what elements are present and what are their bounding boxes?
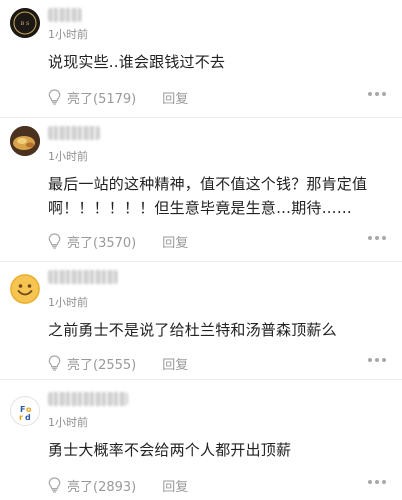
avatar[interactable] — [10, 274, 40, 304]
like-count-label: 亮了(5179) — [67, 91, 137, 107]
lightbulb-icon — [48, 233, 61, 249]
lightbulb-icon — [48, 355, 61, 371]
comment-time: 1小时前 — [48, 28, 88, 41]
comment-item: 1小时前 之前勇士不是说了给杜兰特和汤普森顶薪么 亮了(2555) 回复 — [0, 262, 402, 380]
reply-button[interactable]: 回复 — [162, 476, 188, 495]
comment-feed: B S 1小时前 说现实些..谁会跟钱过不去 亮了(5179) 回复 1小时前 … — [0, 0, 402, 500]
lightbulb-icon — [48, 477, 61, 493]
svg-text:B S: B S — [21, 21, 30, 27]
comment-time: 1小时前 — [48, 150, 88, 163]
yellow-logo-avatar-icon: F o r d — [12, 398, 39, 425]
smiley-face-avatar-icon — [10, 274, 40, 304]
like-button[interactable]: 亮了(5179) — [48, 88, 136, 107]
svg-text:d: d — [25, 413, 31, 422]
username-redacted[interactable] — [48, 8, 82, 22]
dark-badge-avatar-icon: B S — [10, 8, 40, 38]
more-options-icon[interactable] — [368, 480, 386, 484]
like-button[interactable]: 亮了(3570) — [48, 232, 136, 251]
like-count-label: 亮了(2893) — [67, 479, 137, 495]
food-photo-avatar-icon — [10, 126, 40, 156]
like-count-label: 亮了(3570) — [67, 235, 137, 251]
comment-text: 之前勇士不是说了给杜兰特和汤普森顶薪么 — [48, 321, 337, 339]
username-redacted[interactable] — [48, 126, 100, 140]
like-button[interactable]: 亮了(2555) — [48, 354, 136, 373]
lightbulb-icon — [48, 89, 61, 105]
more-options-icon[interactable] — [368, 92, 386, 96]
more-options-icon[interactable] — [368, 236, 386, 240]
comment-actions: 亮了(3570) 回复 — [48, 232, 386, 251]
svg-text:r: r — [19, 413, 23, 422]
comment-time: 1小时前 — [48, 296, 88, 309]
avatar[interactable]: B S — [10, 8, 40, 38]
more-options-icon[interactable] — [368, 358, 386, 362]
reply-button[interactable]: 回复 — [162, 88, 188, 107]
like-button[interactable]: 亮了(2893) — [48, 476, 136, 495]
username-redacted[interactable] — [48, 392, 128, 406]
reply-button[interactable]: 回复 — [162, 232, 188, 251]
comment-text: 说现实些..谁会跟钱过不去 — [48, 53, 226, 71]
comment-text: 最后一站的这种精神，值不值这个钱？那肯定值啊！！！！！！但生意毕竟是生意…期待…… — [48, 175, 368, 217]
like-count-label: 亮了(2555) — [67, 357, 137, 373]
avatar[interactable]: F o r d — [10, 396, 40, 426]
comment-item: F o r d 1小时前 勇士大概率不会给两个人都开出顶薪 亮了(2893) 回… — [0, 380, 402, 500]
avatar[interactable] — [10, 126, 40, 156]
username-redacted[interactable] — [48, 270, 118, 284]
comment-actions: 亮了(5179) 回复 — [48, 88, 386, 107]
comment-actions: 亮了(2893) 回复 — [48, 476, 386, 495]
comment-item: 1小时前 最后一站的这种精神，值不值这个钱？那肯定值啊！！！！！！但生意毕竟是生… — [0, 118, 402, 262]
reply-button[interactable]: 回复 — [162, 354, 188, 373]
comment-item: B S 1小时前 说现实些..谁会跟钱过不去 亮了(5179) 回复 — [0, 0, 402, 118]
comment-text: 勇士大概率不会给两个人都开出顶薪 — [48, 441, 292, 459]
comment-time: 1小时前 — [48, 416, 88, 429]
comment-actions: 亮了(2555) 回复 — [48, 354, 386, 373]
